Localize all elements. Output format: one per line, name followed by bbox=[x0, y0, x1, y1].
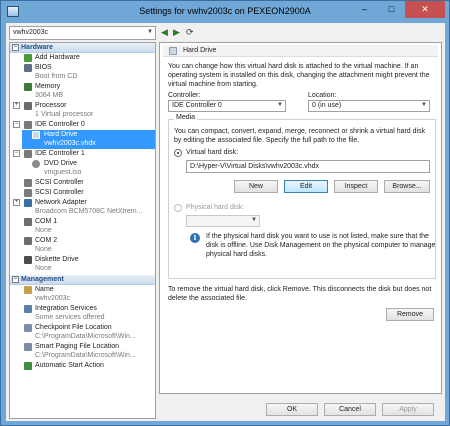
sidebar-item-com-1[interactable]: COM 1 None bbox=[10, 217, 155, 236]
sidebar-item-com-2[interactable]: COM 2 None bbox=[10, 236, 155, 255]
sidebar-item-diskette-drive[interactable]: Diskette Drive None bbox=[10, 255, 155, 274]
expand-icon[interactable]: + bbox=[13, 199, 20, 206]
refresh-icon[interactable]: ⟳ bbox=[186, 27, 194, 38]
com-port-icon bbox=[24, 218, 32, 226]
info-icon: i bbox=[190, 233, 200, 243]
memory-icon bbox=[24, 83, 32, 91]
automatic-start-icon bbox=[24, 362, 32, 370]
edit-button[interactable]: Edit bbox=[284, 180, 328, 193]
collapse-icon[interactable]: − bbox=[13, 121, 20, 128]
maximize-button[interactable]: □ bbox=[378, 1, 405, 18]
media-text: You can compact, convert, expand, merge,… bbox=[174, 128, 426, 144]
physical-disk-select[interactable]: ▼ bbox=[186, 215, 260, 227]
title-bar[interactable]: Settings for vwhv2003c on PEXEON2900A – … bbox=[1, 1, 449, 23]
navigation-bar: ◀ ▶ ⟳ bbox=[159, 27, 219, 39]
sidebar-item-memory[interactable]: Memory 3064 MB bbox=[10, 82, 155, 101]
dialog-client-area: vwhv2003c ▼ − Hardware Add Hardware BIOS … bbox=[6, 23, 445, 421]
chevron-down-icon: ▼ bbox=[277, 102, 283, 108]
controller-icon bbox=[24, 179, 32, 187]
settings-tree: − Hardware Add Hardware BIOS Boot from CD… bbox=[9, 42, 156, 419]
intro-text: You can change how this virtual hard dis… bbox=[168, 63, 430, 88]
vm-selector-value: vwhv2003c bbox=[13, 29, 49, 36]
sidebar-item-add-hardware[interactable]: Add Hardware bbox=[10, 53, 155, 63]
hard-drive-panel: Hard Drive You can change how this virtu… bbox=[159, 42, 442, 394]
close-button[interactable]: ✕ bbox=[405, 1, 445, 18]
sidebar-item-network-adapter[interactable]: + Network Adapter Broadcom BCM5708C NetX… bbox=[10, 198, 155, 217]
inspect-button[interactable]: Inspect bbox=[334, 180, 378, 193]
bios-icon bbox=[24, 64, 32, 72]
physical-disk-note: If the physical hard disk you want to us… bbox=[206, 233, 436, 258]
diskette-icon bbox=[24, 256, 32, 264]
virtual-disk-label: Virtual hard disk: bbox=[186, 149, 239, 156]
settings-window: Settings for vwhv2003c on PEXEON2900A – … bbox=[0, 0, 450, 426]
management-section-header[interactable]: − Management bbox=[10, 275, 155, 285]
chevron-down-icon: ▼ bbox=[251, 217, 257, 223]
integration-services-icon bbox=[24, 305, 32, 313]
com-port-icon bbox=[24, 237, 32, 245]
new-button[interactable]: New bbox=[234, 180, 278, 193]
apply-button[interactable]: Apply bbox=[382, 403, 434, 416]
controller-icon bbox=[24, 150, 32, 158]
cancel-button[interactable]: Cancel bbox=[324, 403, 376, 416]
expand-icon[interactable]: + bbox=[13, 102, 20, 109]
sidebar-item-ide-controller-1[interactable]: − IDE Controller 1 bbox=[10, 149, 155, 159]
hardware-section-header[interactable]: − Hardware bbox=[10, 43, 155, 53]
sidebar-item-hard-drive[interactable]: Hard Drive vwhv2003c.vhdx bbox=[22, 130, 155, 149]
physical-disk-label: Physical hard disk: bbox=[186, 204, 245, 211]
hard-drive-icon bbox=[32, 131, 40, 139]
name-icon bbox=[24, 286, 32, 294]
remove-button[interactable]: Remove bbox=[386, 308, 434, 321]
sidebar-item-name[interactable]: Name vwhv2003c bbox=[10, 285, 155, 304]
physical-disk-radio[interactable] bbox=[174, 204, 182, 212]
smart-paging-icon bbox=[24, 343, 32, 351]
vm-selector[interactable]: vwhv2003c ▼ bbox=[9, 26, 156, 40]
browse-button[interactable]: Browse... bbox=[384, 180, 430, 193]
forward-arrow-icon[interactable]: ▶ bbox=[173, 27, 180, 38]
ok-button[interactable]: OK bbox=[266, 403, 318, 416]
sidebar-item-smart-paging-file-location[interactable]: Smart Paging File Location C:\ProgramDat… bbox=[10, 342, 155, 361]
controller-label: Controller: bbox=[168, 92, 201, 99]
network-adapter-icon bbox=[24, 199, 32, 207]
sidebar-item-processor[interactable]: + Processor 1 Virtual processor bbox=[10, 101, 155, 120]
collapse-icon[interactable]: − bbox=[12, 276, 19, 283]
hard-drive-icon bbox=[169, 47, 177, 55]
sidebar-item-scsi-controller[interactable]: SCSI Controller bbox=[10, 178, 155, 188]
processor-icon bbox=[24, 102, 32, 110]
minimize-button[interactable]: – bbox=[351, 1, 378, 18]
sidebar-item-automatic-start-action[interactable]: Automatic Start Action bbox=[10, 361, 155, 371]
virtual-disk-radio[interactable] bbox=[174, 149, 182, 157]
media-label: Media bbox=[174, 114, 198, 121]
sidebar-item-scsi-controller[interactable]: SCSI Controller bbox=[10, 188, 155, 198]
sidebar-item-bios[interactable]: BIOS Boot from CD bbox=[10, 63, 155, 82]
controller-icon bbox=[24, 189, 32, 197]
collapse-icon[interactable]: − bbox=[13, 150, 20, 157]
location-select[interactable]: 0 (in use) ▼ bbox=[308, 100, 430, 112]
location-label: Location: bbox=[308, 92, 337, 99]
remove-text: To remove the virtual hard disk, click R… bbox=[168, 286, 432, 302]
dvd-icon bbox=[32, 160, 40, 168]
panel-header: Hard Drive bbox=[163, 45, 438, 57]
panel-title: Hard Drive bbox=[183, 47, 217, 54]
chevron-down-icon: ▼ bbox=[147, 29, 153, 35]
sidebar-item-checkpoint-file-location[interactable]: Checkpoint File Location C:\ProgramData\… bbox=[10, 323, 155, 342]
sidebar-item-dvd-drive[interactable]: DVD Drive vmguest.iso bbox=[22, 159, 155, 178]
virtual-disk-path-input[interactable]: D:\Hyper-V\Virtual Disks\vwhv2003c.vhdx bbox=[186, 160, 430, 173]
collapse-icon[interactable]: − bbox=[12, 44, 19, 51]
checkpoint-icon bbox=[24, 324, 32, 332]
controller-select[interactable]: IDE Controller 0 ▼ bbox=[168, 100, 286, 112]
sidebar-item-integration-services[interactable]: Integration Services Some services offer… bbox=[10, 304, 155, 323]
sidebar-item-ide-controller-0[interactable]: − IDE Controller 0 bbox=[10, 120, 155, 130]
add-hardware-icon bbox=[24, 54, 32, 62]
controller-icon bbox=[24, 121, 32, 129]
back-arrow-icon[interactable]: ◀ bbox=[161, 27, 168, 38]
chevron-down-icon: ▼ bbox=[421, 102, 427, 108]
